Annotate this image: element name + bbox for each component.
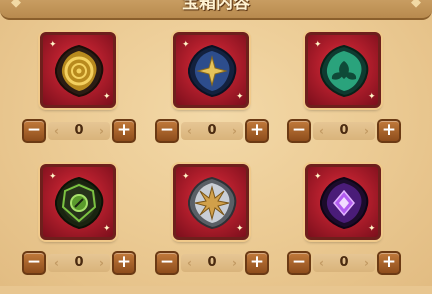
quantity-text: 0	[74, 255, 84, 270]
ornament-icon: ◆	[411, 0, 421, 10]
decrease-button[interactable]: −	[287, 119, 311, 143]
increase-button[interactable]: +	[377, 251, 401, 275]
chevron-right-icon: ›	[99, 124, 104, 138]
chevron-left-icon: ‹	[54, 256, 59, 270]
gem-tile[interactable]: ✦ ✦	[305, 32, 381, 108]
gem-tile[interactable]: ✦ ✦	[40, 164, 116, 240]
quantity-value: ‹ 0 ›	[181, 254, 243, 272]
dark-green-gem-icon	[54, 176, 104, 230]
gem-tile[interactable]: ✦ ✦	[305, 164, 381, 240]
increase-button[interactable]: +	[245, 251, 269, 275]
quantity-text: 0	[207, 255, 217, 270]
green-leaf-gem-icon	[319, 44, 369, 98]
gem-item: ✦ ✦ − ‹ 0 › +	[287, 32, 401, 162]
chevron-left-icon: ‹	[54, 124, 59, 138]
title-bar: ◆ 宝箱内容 ◆	[0, 0, 432, 20]
quantity-value: ‹ 0 ›	[181, 122, 243, 140]
panel-title: 宝箱内容	[182, 0, 250, 13]
increase-button[interactable]: +	[112, 251, 136, 275]
silver-star-gem-icon	[187, 176, 237, 230]
quantity-stepper: − ‹ 0 › +	[22, 250, 140, 276]
chevron-right-icon: ›	[232, 124, 237, 138]
chevron-right-icon: ›	[232, 256, 237, 270]
decrease-button[interactable]: −	[287, 251, 311, 275]
quantity-stepper: − ‹ 0 › +	[287, 250, 405, 276]
blue-star-gem-icon	[187, 44, 237, 98]
decrease-button[interactable]: −	[155, 251, 179, 275]
chevron-left-icon: ‹	[319, 124, 324, 138]
chest-contents-panel: ◆ 宝箱内容 ◆ ✦ ✦ − ‹ 0 › + ✦ ✦ − ‹ 0 › + ✦ ✦…	[0, 0, 432, 286]
quantity-text: 0	[207, 123, 217, 138]
gem-item: ✦ ✦ − ‹ 0 › +	[22, 32, 136, 162]
decrease-button[interactable]: −	[22, 119, 46, 143]
gem-item: ✦ ✦ − ‹ 0 › +	[287, 164, 401, 294]
gem-tile[interactable]: ✦ ✦	[173, 32, 249, 108]
quantity-value: ‹ 0 ›	[313, 122, 375, 140]
increase-button[interactable]: +	[245, 119, 269, 143]
quantity-text: 0	[339, 123, 349, 138]
quantity-value: ‹ 0 ›	[48, 122, 110, 140]
quantity-value: ‹ 0 ›	[313, 254, 375, 272]
quantity-stepper: − ‹ 0 › +	[287, 118, 405, 144]
gem-tile[interactable]: ✦ ✦	[40, 32, 116, 108]
gold-rune-gem-icon	[54, 44, 104, 98]
quantity-text: 0	[339, 255, 349, 270]
quantity-stepper: − ‹ 0 › +	[155, 250, 273, 276]
gem-item: ✦ ✦ − ‹ 0 › +	[22, 164, 136, 294]
quantity-stepper: − ‹ 0 › +	[155, 118, 273, 144]
purple-void-gem-icon	[319, 176, 369, 230]
chevron-left-icon: ‹	[187, 256, 192, 270]
gem-item: ✦ ✦ − ‹ 0 › +	[155, 32, 269, 162]
increase-button[interactable]: +	[377, 119, 401, 143]
decrease-button[interactable]: −	[155, 119, 179, 143]
chevron-right-icon: ›	[364, 256, 369, 270]
chevron-right-icon: ›	[364, 124, 369, 138]
quantity-text: 0	[74, 123, 84, 138]
increase-button[interactable]: +	[112, 119, 136, 143]
gem-item: ✦ ✦ − ‹ 0 › +	[155, 164, 269, 294]
chevron-left-icon: ‹	[187, 124, 192, 138]
decrease-button[interactable]: −	[22, 251, 46, 275]
quantity-stepper: − ‹ 0 › +	[22, 118, 140, 144]
quantity-value: ‹ 0 ›	[48, 254, 110, 272]
chevron-right-icon: ›	[99, 256, 104, 270]
chevron-left-icon: ‹	[319, 256, 324, 270]
gem-tile[interactable]: ✦ ✦	[173, 164, 249, 240]
